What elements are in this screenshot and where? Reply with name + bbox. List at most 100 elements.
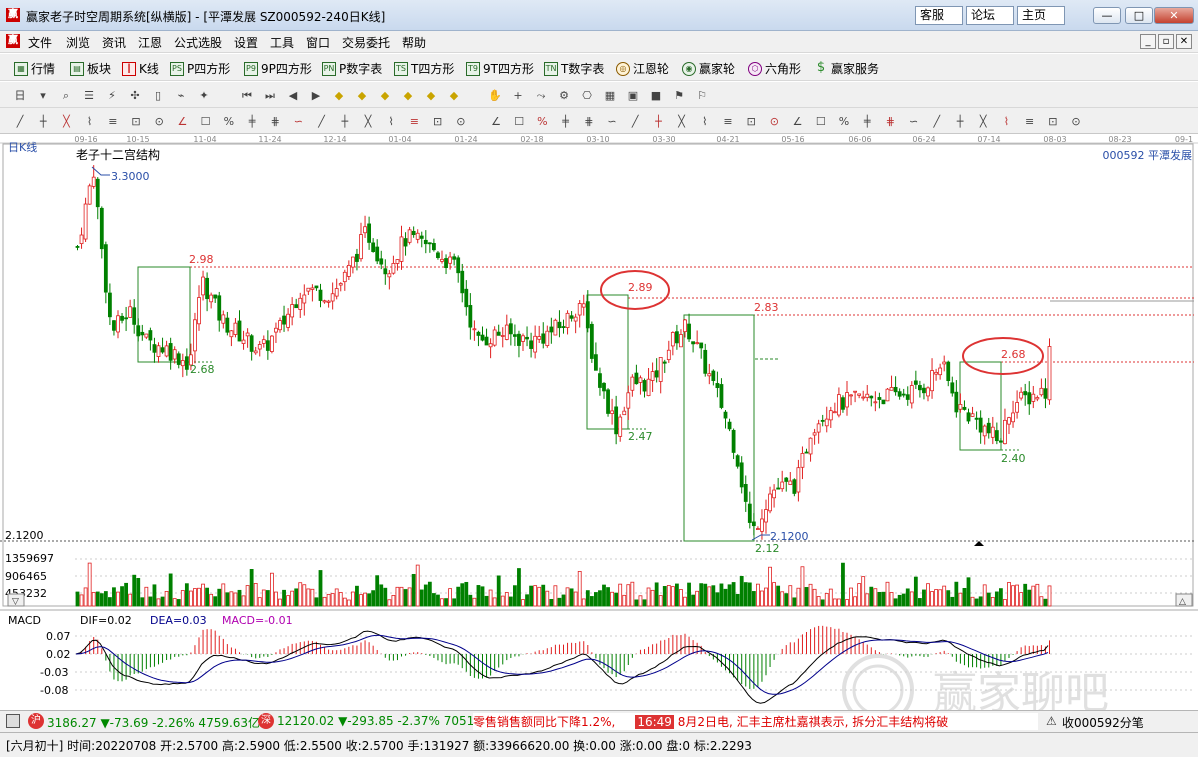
draw-tool-icon[interactable]: ⊙ [453, 114, 469, 129]
mdi-restore-button[interactable]: ▫ [1158, 34, 1174, 49]
keyboard-icon[interactable] [6, 714, 20, 728]
menu-trade[interactable]: 交易委托 [342, 34, 390, 51]
draw-tool-icon[interactable]: ⌇ [697, 114, 713, 129]
homepage-link[interactable]: 主页 [1017, 6, 1065, 25]
menu-formula[interactable]: 公式选股 [174, 34, 222, 51]
draw-tool-icon[interactable]: ∽ [290, 114, 306, 129]
draw-tool-icon[interactable]: ⌇ [82, 114, 98, 129]
shenzhen-index[interactable]: 12120.02 ▼-293.85 -2.37% 7051.6 [277, 714, 486, 728]
draw-tool-icon[interactable]: ⌇ [383, 114, 399, 129]
draw-tool-icon[interactable]: ╳ [674, 114, 690, 129]
draw-tool-icon[interactable]: ╱ [314, 114, 330, 129]
toolbar-p-table-button[interactable]: PN P数字表 [322, 60, 382, 77]
shanghai-index[interactable]: 3186.27 ▼-73.69 -2.26% 4759.63亿 [47, 714, 260, 731]
maximize-button[interactable]: □ [1125, 7, 1153, 24]
draw-tool-icon[interactable]: ⋕ [267, 114, 283, 129]
draw-tool-icon[interactable]: ┼ [952, 114, 968, 129]
draw-tool-icon[interactable]: ⊡ [430, 114, 446, 129]
draw-tool-icon[interactable]: ┼ [337, 114, 353, 129]
draw-tool-icon[interactable]: ╪ [859, 114, 875, 129]
toolbar-kline-button[interactable]: ┃ K线 [122, 60, 159, 77]
draw-tool-icon[interactable]: ☐ [198, 114, 214, 129]
tool-icon[interactable]: ✣ [127, 88, 143, 103]
draw-tool-icon[interactable]: ╱ [12, 114, 28, 129]
draw-tool-icon[interactable]: ⋕ [882, 114, 898, 129]
draw-tool-icon[interactable]: ≡ [720, 114, 736, 129]
draw-tool-icon[interactable]: % [534, 114, 550, 129]
tool-icon[interactable]: 日 [12, 88, 28, 103]
draw-tool-icon[interactable]: ⊙ [766, 114, 782, 129]
kline-chart[interactable]: 09-16 10-15 11-04 11-24 12-14 01-04 01-24 02-18… [0, 135, 1198, 710]
draw-tool-icon[interactable]: ∠ [174, 114, 190, 129]
mdi-minimize-button[interactable]: _ [1140, 34, 1156, 49]
tool-icon[interactable]: ◆ [423, 88, 439, 103]
toolbar-9p-square-button[interactable]: P9 9P四方形 [244, 60, 312, 77]
tool-icon[interactable]: ◆ [331, 88, 347, 103]
toolbar-gann-wheel-button[interactable]: ◎ 江恩轮 [616, 60, 669, 77]
toolbar-t-square-button[interactable]: TS T四方形 [394, 60, 454, 77]
toolbar-quotes-button[interactable]: ▦ 行情 [14, 60, 55, 77]
draw-tool-icon[interactable]: ╳ [58, 114, 74, 129]
tool-icon[interactable]: ⚡ [104, 88, 120, 103]
draw-tool-icon[interactable]: ⋕ [581, 114, 597, 129]
draw-tool-icon[interactable]: ╳ [975, 114, 991, 129]
draw-tool-icon[interactable]: ┼ [35, 114, 51, 129]
tool-icon[interactable]: ⚐ [694, 88, 710, 103]
menu-news[interactable]: 资讯 [102, 34, 126, 51]
tool-icon[interactable]: ☰ [81, 88, 97, 103]
draw-tool-icon[interactable]: ╳ [360, 114, 376, 129]
tool-icon[interactable]: ▦ [602, 88, 618, 103]
menu-file[interactable]: 文件 [28, 34, 52, 51]
draw-tool-icon[interactable]: ≡ [105, 114, 121, 129]
toolbar-service-button[interactable]: $ 赢家服务 [814, 60, 879, 77]
draw-tool-icon[interactable]: ≡ [406, 114, 422, 129]
draw-tool-icon[interactable]: ⊡ [128, 114, 144, 129]
tool-icon[interactable]: + [510, 88, 526, 103]
tool-icon[interactable]: ⌕ [58, 88, 74, 103]
draw-tool-icon[interactable]: ∠ [488, 114, 504, 129]
news-ticker[interactable]: 零售销售额同比下降1.2%, 16:49 8月2日电, 汇丰主席杜嘉祺表示, 拆分… [473, 713, 1038, 730]
draw-tool-icon[interactable]: ≡ [1022, 114, 1038, 129]
menu-tools[interactable]: 工具 [270, 34, 294, 51]
draw-tool-icon[interactable]: % [221, 114, 237, 129]
toolbar-winner-wheel-button[interactable]: ◉ 赢家轮 [682, 60, 735, 77]
draw-tool-icon[interactable]: ⊡ [1045, 114, 1061, 129]
toolbar-hexagon-button[interactable]: ⬡ 六角形 [748, 60, 801, 77]
menu-browse[interactable]: 浏览 [66, 34, 90, 51]
tool-icon[interactable]: ◆ [446, 88, 462, 103]
draw-tool-icon[interactable]: ╱ [627, 114, 643, 129]
tool-icon[interactable]: ⏮ [239, 88, 255, 103]
menu-help[interactable]: 帮助 [402, 34, 426, 51]
chart-canvas[interactable]: 09-16 10-15 11-04 11-24 12-14 01-04 01-24 02-18… [0, 135, 1198, 710]
draw-tool-icon[interactable]: ☐ [813, 114, 829, 129]
tool-icon[interactable]: ◆ [400, 88, 416, 103]
draw-tool-icon[interactable]: ∽ [906, 114, 922, 129]
tool-icon[interactable]: ▣ [625, 88, 641, 103]
draw-tool-icon[interactable]: ⊡ [743, 114, 759, 129]
draw-tool-icon[interactable]: ⊙ [151, 114, 167, 129]
menu-window[interactable]: 窗口 [306, 34, 330, 51]
tool-icon[interactable]: ✦ [196, 88, 212, 103]
menu-settings[interactable]: 设置 [234, 34, 258, 51]
tool-icon[interactable]: ◆ [377, 88, 393, 103]
draw-tool-icon[interactable]: ╪ [244, 114, 260, 129]
close-button[interactable]: ✕ [1154, 7, 1194, 24]
tool-icon[interactable]: ⚙ [556, 88, 572, 103]
toolbar-p-square-button[interactable]: PS P四方形 [170, 60, 230, 77]
menu-gann[interactable]: 江恩 [138, 34, 162, 51]
minimize-button[interactable]: — [1093, 7, 1121, 24]
draw-tool-icon[interactable]: ∠ [790, 114, 806, 129]
tool-icon[interactable]: ▶ [308, 88, 324, 103]
draw-tool-icon[interactable]: ☐ [511, 114, 527, 129]
toolbar-sectors-button[interactable]: ▤ 板块 [70, 60, 111, 77]
tool-icon[interactable]: ▯ [150, 88, 166, 103]
mdi-close-button[interactable]: ✕ [1176, 34, 1192, 49]
customer-service-link[interactable]: 客服 [915, 6, 963, 25]
tool-icon[interactable]: ▾ [35, 88, 51, 103]
toolbar-9t-square-button[interactable]: T9 9T四方形 [466, 60, 534, 77]
tool-icon[interactable]: ⎔ [579, 88, 595, 103]
forum-link[interactable]: 论坛 [966, 6, 1014, 25]
draw-tool-icon[interactable]: ╱ [929, 114, 945, 129]
draw-tool-icon[interactable]: % [836, 114, 852, 129]
tool-icon[interactable]: ◆ [354, 88, 370, 103]
